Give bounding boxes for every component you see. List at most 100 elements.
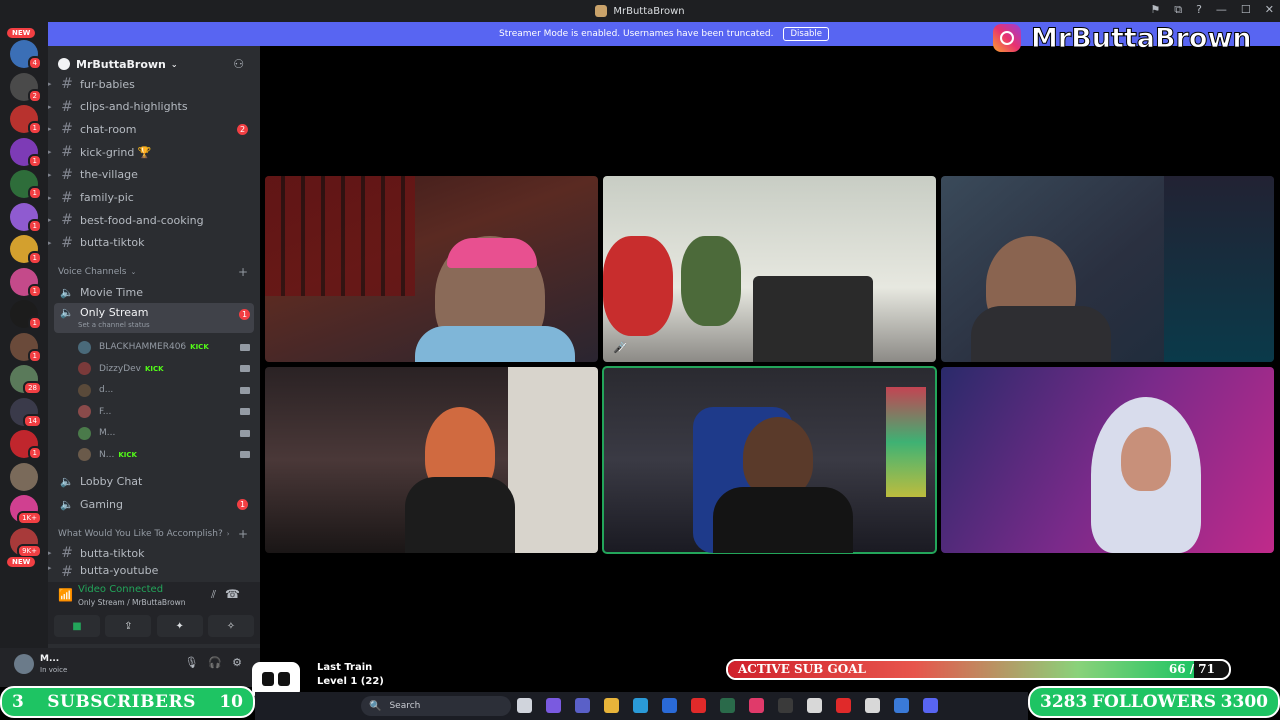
xbox-icon[interactable] bbox=[720, 698, 735, 713]
signal-icon[interactable]: 📶 bbox=[58, 588, 73, 602]
chevron-right-icon: ▸ bbox=[48, 238, 52, 247]
voice-username: DizzyDev bbox=[99, 363, 141, 374]
camera-icon bbox=[240, 365, 250, 372]
voice-username: N... bbox=[99, 449, 115, 460]
text-channel[interactable]: ▸ # butta-tiktok bbox=[48, 232, 260, 254]
voice-channel-gaming[interactable]: 🔈 Gaming 1 bbox=[48, 493, 260, 515]
screenshare-button[interactable]: ⇪ bbox=[105, 615, 152, 637]
voice-user[interactable]: N... KICK bbox=[78, 445, 254, 465]
maximize-button[interactable]: ☐ bbox=[1241, 3, 1251, 17]
server-icon[interactable] bbox=[10, 462, 38, 491]
voice-channel-lobby-chat[interactable]: 🔈 Lobby Chat bbox=[48, 470, 260, 492]
gear-icon[interactable]: ⚙ bbox=[232, 656, 242, 669]
store-icon[interactable] bbox=[662, 698, 677, 713]
app-icon[interactable] bbox=[836, 698, 851, 713]
add-member-icon[interactable]: ⚇ bbox=[233, 57, 244, 71]
add-channel-icon[interactable]: + bbox=[238, 265, 248, 279]
server-icon[interactable]: 14 bbox=[10, 397, 42, 428]
text-channel[interactable]: ▸ # clips-and-highlights bbox=[48, 96, 260, 118]
voice-user[interactable]: d... bbox=[78, 380, 254, 400]
help-icon[interactable]: ? bbox=[1196, 3, 1202, 17]
server-name: MrButtaBrown bbox=[76, 57, 166, 71]
close-button[interactable]: ✕ bbox=[1265, 3, 1274, 17]
microphone-icon[interactable]: 🎙 bbox=[184, 656, 198, 669]
video-tile-2[interactable]: 🎤̸ bbox=[603, 176, 936, 362]
video-tile-6[interactable] bbox=[941, 367, 1274, 553]
channel-name: Movie Time bbox=[80, 285, 143, 299]
server-icon[interactable]: 1 bbox=[10, 430, 42, 460]
category-voice-channels[interactable]: Voice Channels ⌄ + bbox=[58, 265, 250, 279]
inbox-icon[interactable]: ⚑ bbox=[1150, 3, 1160, 17]
text-channel[interactable]: ▸ # the-village bbox=[48, 164, 260, 186]
channel-status[interactable]: Set a channel status bbox=[78, 321, 150, 329]
mention-count: 1 bbox=[239, 309, 250, 320]
teams-icon[interactable] bbox=[575, 698, 590, 713]
text-channel[interactable]: ▸ # family-pic bbox=[48, 187, 260, 209]
soundboard-button[interactable]: ✧ bbox=[207, 615, 254, 637]
voice-user[interactable]: BLACKHAMMER406 KICK bbox=[78, 337, 254, 357]
server-icon[interactable]: 4 bbox=[10, 40, 42, 70]
windows-taskbar: 🔍 Search bbox=[255, 692, 1028, 720]
youtube-icon[interactable] bbox=[691, 698, 706, 713]
connection-status[interactable]: Video Connected bbox=[78, 584, 163, 595]
edge-icon[interactable] bbox=[633, 698, 648, 713]
followers-counter: 3283 FOLLOWERS 3300 bbox=[1028, 686, 1280, 718]
server-icon[interactable]: 2 bbox=[10, 72, 42, 103]
obs-icon[interactable] bbox=[778, 698, 793, 713]
server-icon[interactable]: 28 bbox=[10, 365, 42, 395]
avatar bbox=[78, 405, 91, 418]
channel-butta-youtube[interactable]: ▸ # butta-youtube bbox=[48, 564, 260, 576]
window-controls: ⚑ ⧉ ? — ☐ ✕ bbox=[1150, 3, 1274, 17]
taskbar-search[interactable]: 🔍 Search bbox=[361, 696, 511, 716]
avatar[interactable] bbox=[14, 654, 34, 674]
video-tile-3[interactable] bbox=[941, 176, 1274, 362]
headphones-icon[interactable]: 🎧 bbox=[208, 656, 222, 669]
text-channel[interactable]: ▸ # chat-room 2 bbox=[48, 118, 260, 140]
voice-channel-movie-time[interactable]: 🔈 Movie Time bbox=[48, 281, 260, 303]
server-icon[interactable]: 1 bbox=[10, 105, 42, 135]
video-tile-4[interactable] bbox=[265, 367, 598, 553]
capcut-icon[interactable] bbox=[865, 698, 880, 713]
copilot-icon[interactable] bbox=[546, 698, 561, 713]
server-icon[interactable]: 1 bbox=[10, 267, 42, 298]
text-channel[interactable]: ▸ # kick-grind 🏆 bbox=[48, 141, 260, 163]
video-tile-1[interactable] bbox=[265, 176, 598, 362]
hash-icon: # bbox=[61, 189, 73, 206]
disable-button[interactable]: Disable bbox=[783, 27, 830, 41]
server-icon[interactable]: 1K+ bbox=[10, 495, 42, 525]
voice-user[interactable]: F... bbox=[78, 402, 254, 422]
video-tile-5-speaking[interactable] bbox=[602, 366, 937, 554]
background-pc bbox=[1164, 176, 1274, 362]
category-accomplish[interactable]: What Would You Like To Accomplish? › + bbox=[58, 527, 250, 541]
tiktok-icon[interactable] bbox=[749, 698, 764, 713]
voice-user[interactable]: M... bbox=[78, 423, 254, 443]
server-icon[interactable]: 1 bbox=[10, 170, 42, 200]
server-icon[interactable]: 1 bbox=[10, 202, 42, 233]
voice-user[interactable]: DizzyDev KICK bbox=[78, 359, 254, 379]
minimize-button[interactable]: — bbox=[1216, 3, 1227, 17]
file-explorer-icon[interactable] bbox=[604, 698, 619, 713]
camera-button[interactable]: ■ bbox=[54, 615, 100, 637]
activities-button[interactable]: ✦ bbox=[156, 615, 203, 637]
disconnect-icon[interactable]: ☎ bbox=[225, 587, 240, 601]
voice-username: M... bbox=[99, 428, 116, 438]
server-icon[interactable]: 1 bbox=[10, 235, 42, 265]
text-channel[interactable]: ▸ # fur-babies bbox=[48, 73, 260, 95]
voice-channel-only-stream[interactable]: 🔈 Only Stream Set a channel status 1 bbox=[54, 303, 254, 333]
task-view-icon[interactable] bbox=[517, 698, 532, 713]
channel-butta-tiktok[interactable]: ▸ # butta-tiktok bbox=[48, 542, 260, 564]
screen-icon[interactable]: ⧉ bbox=[1174, 3, 1182, 17]
app-icon bbox=[595, 5, 608, 17]
discord-icon[interactable] bbox=[923, 698, 938, 713]
app-icon[interactable] bbox=[807, 698, 822, 713]
server-icon[interactable]: 1 bbox=[10, 137, 42, 168]
server-icon[interactable]: 1 bbox=[10, 300, 42, 330]
add-channel-icon[interactable]: + bbox=[238, 527, 248, 541]
noise-suppression-icon[interactable]: ⫽ bbox=[211, 588, 216, 602]
text-channel[interactable]: ▸ # best-food-and-cooking bbox=[48, 209, 260, 231]
unread-badge: 1 bbox=[27, 446, 42, 460]
app-icon[interactable] bbox=[894, 698, 909, 713]
participant-face bbox=[1121, 427, 1171, 491]
server-icon[interactable]: 9K+ bbox=[10, 527, 42, 558]
server-icon[interactable]: 1 bbox=[10, 332, 42, 363]
